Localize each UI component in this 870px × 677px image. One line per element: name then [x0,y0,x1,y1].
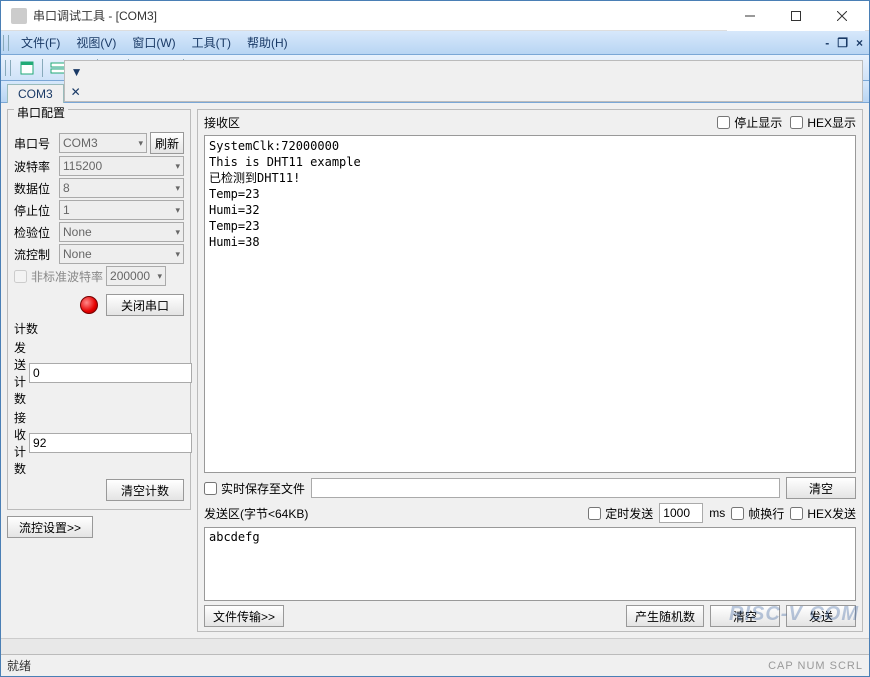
stop-display-check[interactable] [717,116,730,129]
interval-field[interactable] [659,503,703,523]
maximize-button[interactable] [773,1,819,31]
stop-bits-select[interactable]: 1▾ [59,200,184,220]
hex-send-check[interactable] [790,507,803,520]
flow-settings-button[interactable]: 流控设置>> [7,516,93,538]
stop-bits-label: 停止位 [14,202,56,219]
menu-help[interactable]: 帮助(H) [239,32,296,53]
menubar: 文件(F) 视图(V) 窗口(W) 工具(T) 帮助(H) - ❐ × [1,31,869,55]
parity-select[interactable]: None▾ [59,222,184,242]
right-panel: 接收区 停止显示 HEX显示 SystemClk:72000000 This i… [197,109,863,632]
stop-display-label: 停止显示 [734,114,782,131]
hex-send-label: HEX发送 [807,505,856,522]
port-config-group: 串口配置 串口号 COM3▾ 刷新 波特率 115200▾ 数据位 8▾ 停止位… [7,109,191,510]
left-panel: 串口配置 串口号 COM3▾ 刷新 波特率 115200▾ 数据位 8▾ 停止位… [7,109,191,632]
gen-random-button[interactable]: 产生随机数 [626,605,704,627]
tab-menu-icon[interactable]: ▼ [71,65,856,79]
baud-label: 波特率 [14,158,56,175]
refresh-button[interactable]: 刷新 [150,132,184,154]
send-button[interactable]: 发送 [786,605,856,627]
rx-count-label: 接收计数 [14,409,26,477]
parity-label: 检验位 [14,224,56,241]
realtime-save-check[interactable] [204,482,217,495]
menu-tools[interactable]: 工具(T) [184,32,239,53]
wrap-check[interactable] [731,507,744,520]
count-title: 计数 [14,320,184,337]
data-bits-select[interactable]: 8▾ [59,178,184,198]
timed-send-check[interactable] [588,507,601,520]
wrap-label: 帧换行 [748,505,784,522]
save-path-field[interactable] [311,478,780,498]
port-status-led [80,296,98,314]
close-button[interactable] [819,1,865,31]
flow-select[interactable]: None▾ [59,244,184,264]
tx-title: 发送区(字节<64KB) [204,505,308,522]
tx-count-field[interactable] [29,363,192,383]
mdi-close-button[interactable]: × [856,36,863,50]
ms-label: ms [709,506,725,520]
menubar-grip[interactable] [3,35,9,51]
data-bits-label: 数据位 [14,180,56,197]
rx-clear-button[interactable]: 清空 [786,477,856,499]
flow-label: 流控制 [14,246,56,263]
window-title: 串口调试工具 - [COM3] [33,7,727,24]
tx-clear-button[interactable]: 清空 [710,605,780,627]
mdi-minimize-button[interactable]: - [825,36,829,50]
document-tabstrip: COM3 ▼ ✕ [1,81,869,103]
minimize-button[interactable] [727,1,773,31]
rx-textarea[interactable]: SystemClk:72000000 This is DHT11 example… [204,135,856,473]
statusbar: 就绪 CAP NUM SCRL [1,654,869,676]
tab-com3[interactable]: COM3 [7,84,64,103]
toolbar-grip[interactable] [5,60,11,76]
rx-count-field[interactable] [29,433,192,453]
timed-send-label: 定时发送 [605,505,653,522]
file-transfer-button[interactable]: 文件传输>> [204,605,284,627]
new-window-button[interactable] [16,57,38,79]
mdi-restore-button[interactable]: ❐ [837,36,848,50]
titlebar: 串口调试工具 - [COM3] [1,1,869,31]
nonstd-baud-label: 非标准波特率 [31,268,103,285]
tx-count-label: 发送计数 [14,339,26,407]
menu-window[interactable]: 窗口(W) [124,32,183,53]
tab-close-icon[interactable]: ✕ [71,85,856,99]
nonstd-baud-input[interactable]: 200000▾ [106,266,166,286]
client-area: COM3 ▼ ✕ 串口配置 串口号 COM3▾ 刷新 波特率 115200▾ 数… [1,81,869,654]
close-port-button[interactable]: 关闭串口 [106,294,184,316]
horizontal-scrollbar[interactable] [1,638,869,654]
status-ready: 就绪 [7,657,31,674]
port-config-title: 串口配置 [14,104,68,121]
rx-title: 接收区 [204,114,717,131]
baud-select[interactable]: 115200▾ [59,156,184,176]
nonstd-baud-check[interactable] [14,270,27,283]
app-icon [11,8,27,24]
menu-file[interactable]: 文件(F) [13,32,68,53]
tx-textarea[interactable]: abcdefg [204,527,856,601]
hex-display-check[interactable] [790,116,803,129]
port-label: 串口号 [14,135,56,152]
keyboard-indicators: CAP NUM SCRL [768,660,863,672]
hex-display-label: HEX显示 [807,114,856,131]
clear-count-button[interactable]: 清空计数 [106,479,184,501]
port-select[interactable]: COM3▾ [59,133,147,153]
realtime-save-label: 实时保存至文件 [221,480,305,497]
menu-view[interactable]: 视图(V) [68,32,124,53]
